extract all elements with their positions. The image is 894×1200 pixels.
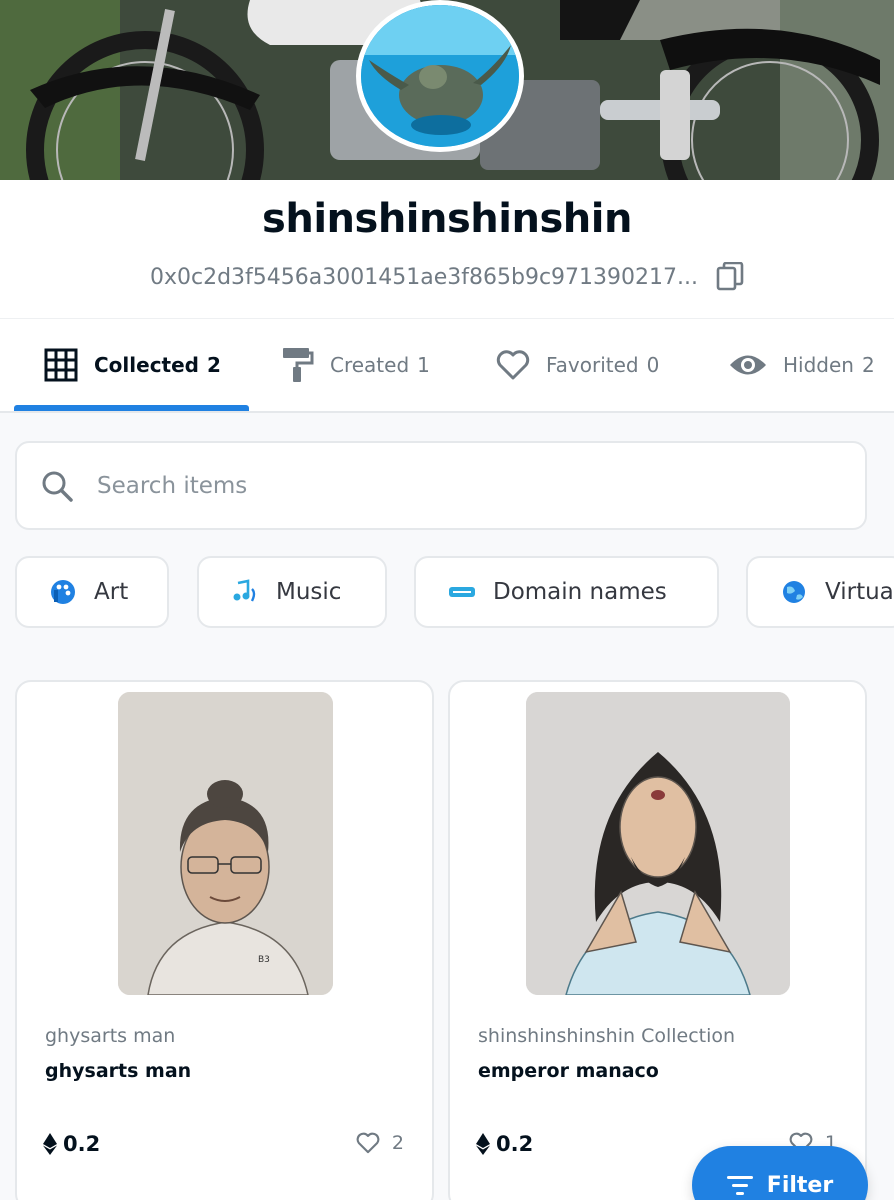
- item-collection-name[interactable]: shinshinshinshin Collection: [478, 1025, 735, 1047]
- item-collection-name[interactable]: ghysarts man: [45, 1025, 175, 1047]
- category-chip-domain-names[interactable]: Domain names: [414, 556, 719, 628]
- likes-count: 2: [391, 1132, 404, 1154]
- item-name: emperor manaco: [478, 1060, 659, 1082]
- grid-icon: [44, 348, 78, 382]
- price-value: 0.2: [63, 1132, 101, 1156]
- category-chip-art[interactable]: Art: [15, 556, 169, 628]
- category-chip-music[interactable]: Music: [197, 556, 387, 628]
- music-icon: [233, 579, 256, 602]
- portrait-drawing-image: B3: [118, 692, 333, 995]
- tab-count: 2: [207, 353, 221, 377]
- search-icon: [42, 471, 73, 502]
- tab-hidden[interactable]: Hidden 2: [729, 320, 875, 410]
- item-likes[interactable]: 2: [356, 1132, 404, 1154]
- search-input[interactable]: [97, 472, 797, 499]
- tab-label: Collected: [94, 353, 199, 377]
- nft-card[interactable]: B3 ghysarts man ghysarts man 0.2 2: [15, 680, 434, 1200]
- item-price: 0.2: [43, 1132, 100, 1156]
- wallet-address-row: 0x0c2d3f5456a3001451ae3f865b9c971390217.…: [0, 262, 894, 292]
- eye-icon: [730, 355, 766, 375]
- copy-icon[interactable]: [716, 262, 744, 292]
- category-label: Domain names: [493, 579, 667, 605]
- artist-signature: B3: [258, 955, 270, 965]
- profile-username: shinshinshinshin: [262, 196, 632, 242]
- filter-icon: [726, 1176, 753, 1195]
- tab-created[interactable]: Created 1: [282, 320, 430, 410]
- nft-image: B3: [118, 692, 333, 995]
- category-label: Art: [94, 579, 129, 605]
- paint-roller-icon: [283, 348, 314, 382]
- domain-names-icon: [449, 587, 475, 597]
- tab-count: 1: [417, 353, 430, 377]
- tab-favorited[interactable]: Favorited 0: [496, 320, 659, 410]
- search-bar[interactable]: [15, 441, 867, 530]
- nft-image: [526, 692, 790, 995]
- header-divider: [0, 318, 894, 319]
- item-name: ghysarts man: [45, 1060, 192, 1082]
- sea-turtle-avatar-image: [361, 5, 519, 147]
- category-label: Music: [276, 579, 342, 605]
- heart-icon: [356, 1132, 380, 1154]
- portrait-drawing-image: [526, 692, 790, 995]
- category-label: Virtua: [825, 579, 894, 605]
- art-icon: [51, 580, 75, 604]
- heart-icon: [496, 350, 530, 380]
- virtual-worlds-icon: [783, 581, 805, 603]
- tab-label: Favorited: [546, 353, 639, 377]
- item-price: 0.2: [476, 1132, 533, 1156]
- ethereum-icon: [43, 1133, 57, 1155]
- nft-card[interactable]: shinshinshinshin Collection emperor mana…: [448, 680, 867, 1200]
- price-value: 0.2: [496, 1132, 534, 1156]
- filter-button[interactable]: Filter: [692, 1146, 868, 1200]
- profile-tabs: Collected 2 Created 1 Favorited 0 Hidden 2: [0, 320, 894, 412]
- tab-label: Hidden: [783, 353, 854, 377]
- profile-avatar[interactable]: [356, 0, 524, 152]
- wallet-address[interactable]: 0x0c2d3f5456a3001451ae3f865b9c971390217.…: [150, 265, 698, 290]
- tab-label: Created: [330, 353, 410, 377]
- filter-label: Filter: [766, 1172, 834, 1198]
- category-chip-virtual-worlds[interactable]: Virtua: [746, 556, 894, 628]
- tab-count: 0: [646, 353, 660, 377]
- tab-collected[interactable]: Collected 2: [44, 320, 221, 410]
- ethereum-icon: [476, 1133, 490, 1155]
- tab-count: 2: [861, 353, 875, 377]
